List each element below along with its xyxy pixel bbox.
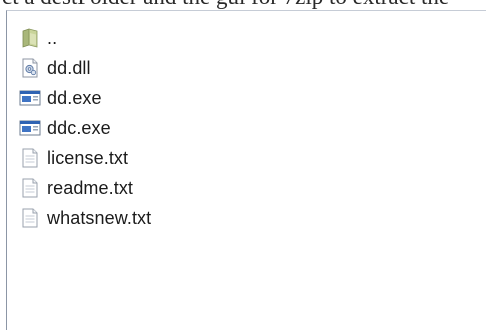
file-name: readme.txt	[47, 177, 134, 198]
file-item-dd-dll[interactable]: dd.dll	[19, 53, 151, 83]
file-list-panel: .. dd.dll dd.exe ddc.exe license.txt rea…	[6, 10, 486, 330]
dll-file-icon	[19, 57, 41, 79]
cropped-caption-text: ct a destFolder and the gui for 7zip to …	[0, 0, 486, 10]
file-item-whatsnew-txt[interactable]: whatsnew.txt	[19, 203, 151, 233]
file-item-parent-folder[interactable]: ..	[19, 23, 151, 53]
folder-up-icon	[19, 27, 41, 49]
exe-file-icon	[19, 117, 41, 139]
exe-file-icon	[19, 87, 41, 109]
file-item-license-txt[interactable]: license.txt	[19, 143, 151, 173]
text-file-icon	[19, 147, 41, 169]
file-list: .. dd.dll dd.exe ddc.exe license.txt rea…	[19, 23, 151, 233]
text-file-icon	[19, 207, 41, 229]
file-name: whatsnew.txt	[47, 207, 152, 228]
file-name: dd.dll	[47, 57, 91, 78]
caption-fragment: ct a destFolder and the gui for 7zip to …	[0, 0, 486, 10]
file-name: ddc.exe	[47, 117, 111, 138]
file-name: ..	[47, 27, 58, 48]
file-name: dd.exe	[47, 87, 102, 108]
text-file-icon	[19, 177, 41, 199]
file-item-ddc-exe[interactable]: ddc.exe	[19, 113, 151, 143]
file-item-dd-exe[interactable]: dd.exe	[19, 83, 151, 113]
file-item-readme-txt[interactable]: readme.txt	[19, 173, 151, 203]
file-name: license.txt	[47, 147, 129, 168]
